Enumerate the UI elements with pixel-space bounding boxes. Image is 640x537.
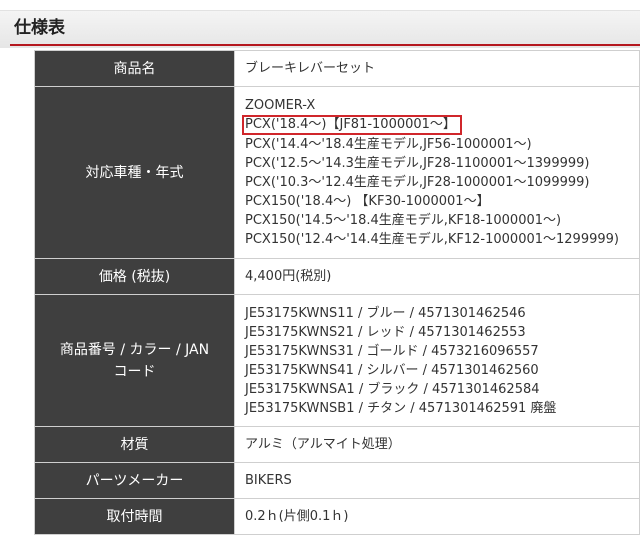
models-value: ZOOMER-X PCX('18.4～)【JF81-1000001～】 PCX(…: [234, 86, 640, 259]
highlight-box: PCX('18.4～)【JF81-1000001～】: [242, 115, 462, 135]
sku-label-line: コード: [113, 363, 156, 380]
model-line-highlighted: PCX('18.4～)【JF81-1000001～】: [242, 115, 639, 135]
table-row: パーツメーカー BIKERS: [34, 462, 640, 499]
model-line: PCX150('18.4～) 【KF30-1000001～】: [245, 194, 490, 209]
table-row: 対応車種・年式 ZOOMER-X PCX('18.4～)【JF81-100000…: [34, 86, 640, 259]
sku-line: JE53175KWNSB1 / チタン / 4571301462591 廃盤: [245, 400, 557, 416]
sku-value: JE53175KWNS11 / ブルー / 4571301462546 JE53…: [234, 294, 640, 427]
product-name-label: 商品名: [34, 50, 235, 87]
table-row: 価格 (税抜) 4,400円(税別): [34, 258, 640, 295]
price-value: 4,400円(税別): [234, 258, 640, 295]
maker-value: BIKERS: [234, 462, 640, 499]
sku-label: 商品番号 / カラー / JAN コード: [34, 294, 235, 427]
table-row: 商品番号 / カラー / JAN コード JE53175KWNS11 / ブルー…: [34, 294, 640, 427]
material-label: 材質: [34, 426, 235, 463]
table-row: 材質 アルミ（アルマイト処理）: [34, 426, 640, 463]
models-label: 対応車種・年式: [34, 86, 235, 259]
model-line: ZOOMER-X: [245, 98, 316, 113]
product-name-value: ブレーキレバーセット: [234, 50, 640, 87]
install-time-label: 取付時間: [34, 498, 235, 535]
spec-table: 商品名 ブレーキレバーセット 対応車種・年式 ZOOMER-X PCX('18.…: [34, 50, 640, 535]
model-line: PCX150('12.4～'14.4生産モデル,KF12-1000001～129…: [245, 232, 619, 247]
model-line: PCX('10.3～'12.4生産モデル,JF28-1000001～109999…: [245, 175, 590, 190]
model-line: PCX('14.4～'18.4生産モデル,JF56-1000001～): [245, 137, 532, 152]
sku-line: JE53175KWNS11 / ブルー / 4571301462546: [245, 305, 526, 321]
material-value: アルミ（アルマイト処理）: [234, 426, 640, 463]
model-line: PCX150('14.5～'18.4生産モデル,KF18-1000001～): [245, 213, 562, 228]
sku-line: JE53175KWNS21 / レッド / 4571301462553: [245, 324, 526, 340]
table-row: 取付時間 0.2ｈ(片側0.1ｈ): [34, 498, 640, 535]
install-time-value: 0.2ｈ(片側0.1ｈ): [234, 498, 640, 535]
model-line: PCX('12.5～'14.3生産モデル,JF28-1100001～139999…: [245, 156, 590, 171]
sku-line: JE53175KWNS31 / ゴールド / 4573216096557: [245, 343, 539, 359]
header-underline: [10, 44, 640, 46]
section-title: 仕様表: [14, 18, 65, 38]
price-label: 価格 (税抜): [34, 258, 235, 295]
maker-label: パーツメーカー: [34, 462, 235, 499]
section-header: 仕様表: [0, 10, 640, 48]
sku-line: JE53175KWNSA1 / ブラック / 4571301462584: [245, 381, 540, 397]
table-row: 商品名 ブレーキレバーセット: [34, 50, 640, 87]
sku-label-line: 商品番号 / カラー / JAN: [59, 341, 210, 358]
sku-line: JE53175KWNS41 / シルバー / 4571301462560: [245, 362, 539, 378]
